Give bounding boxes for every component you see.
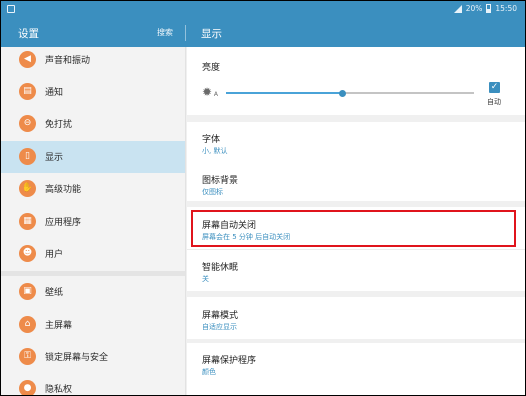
brightness-slider-fill: [226, 92, 343, 94]
sidebar-item-privacy[interactable]: ● 隐私权: [1, 373, 185, 395]
setting-title: 图标背景: [202, 176, 239, 186]
apps-icon: ▦: [19, 213, 36, 230]
battery-icon: [486, 4, 492, 13]
search-button[interactable]: 搜索: [157, 27, 173, 38]
do-not-disturb-icon: ⊖: [19, 115, 36, 132]
brightness-slider[interactable]: [226, 89, 474, 97]
sidebar-item-home-screen[interactable]: ⌂ 主屏幕: [1, 309, 185, 341]
wallpaper-icon: ▣: [19, 283, 36, 300]
sidebar-item-label: 显示: [45, 153, 64, 163]
sidebar-item-label: 隐私权: [45, 385, 73, 395]
status-bar: 20% 15:50: [1, 1, 525, 18]
privacy-icon: ●: [19, 380, 36, 395]
setting-title: 屏幕模式: [202, 311, 239, 321]
brightness-icon: ✹ A: [202, 85, 218, 99]
setting-title: 屏幕保护程序: [202, 356, 257, 366]
highlight-box: [191, 210, 516, 247]
sidebar-item-label: 高级功能: [45, 185, 82, 195]
notification-icon: ▤: [19, 83, 36, 100]
screen: 20% 15:50 设置 搜索 显示 ◀ 声音和振动 ▤ 通知 ⊖ 免打扰 ▯ …: [1, 1, 525, 395]
sidebar-item-lock-screen[interactable]: ⚿ 锁定屏幕与安全: [1, 341, 185, 373]
advanced-features-icon: ✋: [19, 180, 36, 197]
smart-stay-setting[interactable]: 智能休眠 关: [187, 250, 525, 291]
volume-icon: ◀: [19, 51, 36, 68]
screen-mode-card[interactable]: 屏幕模式 自适应显示: [187, 297, 525, 339]
sidebar-item-label: 主屏幕: [45, 321, 73, 331]
sidebar-item-advanced-features[interactable]: ✋ 高级功能: [1, 173, 185, 205]
sidebar-item-label: 声音和振动: [45, 56, 91, 66]
sidebar-item-sound[interactable]: ◀ 声音和振动: [1, 44, 185, 76]
sidebar-item-label: 壁纸: [45, 288, 64, 298]
setting-subtitle: 自适应显示: [202, 323, 237, 331]
auto-brightness-label: 自动: [487, 98, 501, 106]
sidebar-item-do-not-disturb[interactable]: ⊖ 免打扰: [1, 108, 185, 140]
setting-subtitle: 仅图标: [202, 188, 223, 196]
sidebar-item-label: 免打扰: [45, 120, 73, 130]
sidebar-item-apps[interactable]: ▦ 应用程序: [1, 206, 185, 238]
setting-subtitle: 颜色: [202, 368, 216, 376]
screen-saver-card[interactable]: 屏幕保护程序 颜色: [187, 343, 525, 395]
font-setting[interactable]: 字体 小, 默认: [187, 122, 525, 162]
lock-icon: ⚿: [19, 348, 36, 365]
brightness-title: 亮度: [202, 63, 221, 73]
sidebar-item-label: 锁定屏幕与安全: [45, 353, 109, 363]
settings-sidebar: ◀ 声音和振动 ▤ 通知 ⊖ 免打扰 ▯ 显示 ✋ 高级功能 ▦ 应用程序 ☻ …: [1, 47, 186, 395]
sidebar-item-label: 通知: [45, 88, 64, 98]
font-card: 字体 小, 默认 图标背景 仅图标: [187, 122, 525, 201]
signal-icon: [453, 4, 462, 13]
auto-brightness-checkbox[interactable]: ✓: [489, 82, 500, 93]
sidebar-item-label: 应用程序: [45, 218, 82, 228]
sidebar-item-users[interactable]: ☻ 用户: [1, 238, 185, 270]
sidebar-item-display[interactable]: ▯ 显示: [1, 141, 185, 173]
app-bar: 设置 搜索 显示: [1, 18, 525, 47]
display-settings-panel: 亮度 ✹ A ✓ 自动 字体 小, 默认 图标背景 仅图标 屏幕自动关闭 屏幕会…: [187, 47, 525, 395]
sidebar-item-label: 用户: [45, 250, 64, 260]
page-title: 显示: [201, 28, 222, 40]
display-icon: ▯: [19, 148, 36, 165]
brightness-slider-thumb[interactable]: [339, 89, 347, 97]
sidebar-item-notifications[interactable]: ▤ 通知: [1, 76, 185, 108]
clock: 15:50: [495, 4, 517, 13]
screenshot-notification-icon: [7, 5, 15, 13]
setting-title: 智能休眠: [202, 263, 239, 273]
users-icon: ☻: [19, 245, 36, 262]
sidebar-item-wallpaper[interactable]: ▣ 壁纸: [1, 276, 185, 308]
setting-subtitle: 关: [202, 275, 209, 283]
setting-title: 字体: [202, 135, 221, 145]
home-icon: ⌂: [19, 316, 36, 333]
brightness-card: 亮度 ✹ A ✓ 自动: [187, 47, 525, 115]
app-bar-divider: [185, 25, 186, 41]
icon-background-setting[interactable]: 图标背景 仅图标: [187, 162, 525, 201]
battery-percent: 20%: [465, 4, 483, 13]
settings-title: 设置: [18, 28, 39, 40]
setting-subtitle: 小, 默认: [202, 147, 228, 155]
